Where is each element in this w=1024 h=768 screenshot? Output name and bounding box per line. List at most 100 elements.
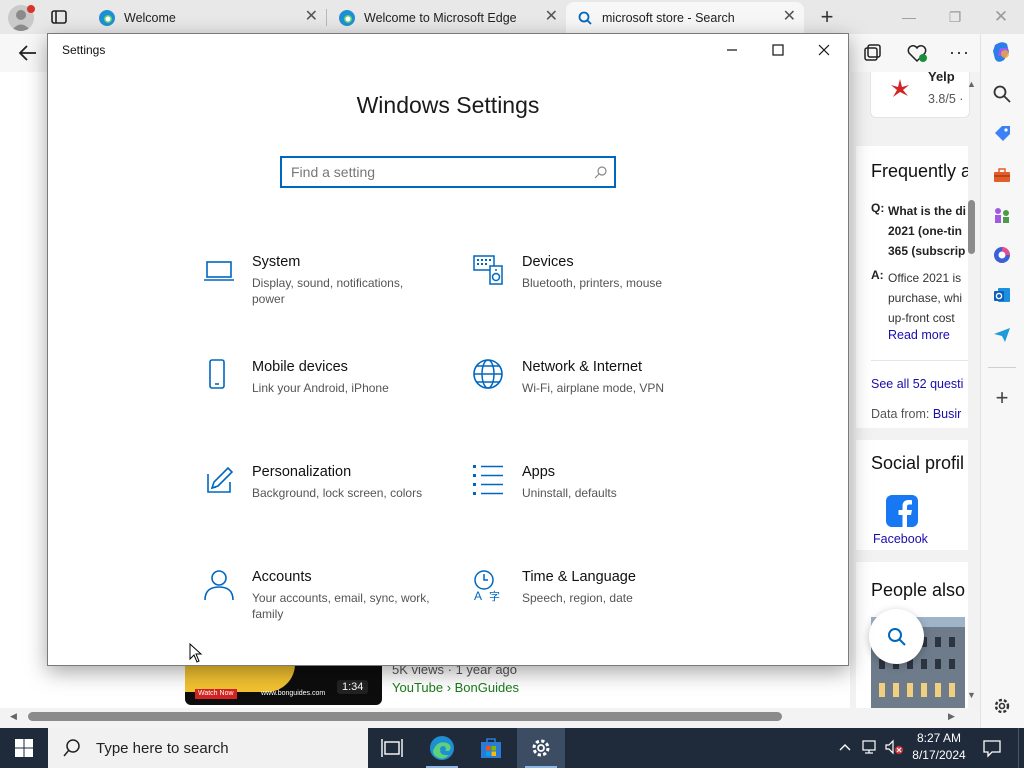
search-icon — [63, 739, 80, 757]
tab-close-button[interactable]: ✕ — [305, 9, 318, 25]
devices-icon — [473, 255, 503, 285]
start-button[interactable] — [0, 728, 48, 768]
phone-icon — [209, 359, 225, 389]
volume-button[interactable] — [884, 739, 904, 755]
data-from-link[interactable]: Busir — [933, 407, 961, 421]
category-name: Accounts — [252, 569, 312, 585]
category-name: System — [252, 254, 301, 270]
taskbar-clock[interactable]: 8:27 AM 8/17/2024 — [905, 730, 973, 764]
scroll-up-arrow[interactable]: ▲ — [967, 79, 976, 89]
sidebar-search-button[interactable] — [987, 79, 1017, 109]
tab-microsoft-store-search[interactable]: microsoft store - Search ✕ — [566, 2, 804, 33]
tab-close-button[interactable]: ✕ — [783, 9, 796, 25]
collections-button[interactable] — [861, 42, 883, 64]
data-from: Data from: Busir — [871, 407, 968, 421]
find-setting-input[interactable] — [291, 163, 581, 181]
close-icon — [818, 44, 830, 56]
taskbar-edge-button[interactable] — [418, 728, 466, 768]
facebook-icon[interactable] — [886, 495, 918, 527]
data-from-label: Data from: — [871, 407, 930, 421]
faq-question[interactable]: What is the di 2021 (one-tin 365 (subscr… — [888, 201, 968, 261]
notifications-button[interactable] — [982, 738, 1002, 758]
tab-close-button[interactable]: ✕ — [545, 9, 558, 25]
search-icon — [578, 11, 592, 25]
category-personalization[interactable]: Personalization Background, lock screen,… — [202, 464, 432, 534]
tab-welcome[interactable]: Welcome ✕ — [88, 2, 326, 33]
new-tab-button[interactable]: + — [815, 4, 839, 29]
outlook-icon — [994, 288, 1010, 302]
more-options-button[interactable]: ··· — [949, 42, 970, 63]
category-time-language[interactable]: A字 Time & Language Speech, region, date — [472, 569, 702, 639]
sidebar-settings-button[interactable] — [987, 691, 1017, 721]
settings-maximize-button[interactable] — [755, 34, 801, 66]
video-site: www.bonguides.com — [261, 690, 326, 697]
category-description: Your accounts, email, sync, work, family — [252, 591, 430, 621]
category-apps[interactable]: Apps Uninstall, defaults — [472, 464, 702, 534]
clock-date: 8/17/2024 — [912, 748, 966, 762]
faq-answer-line: Office 2021 is — [888, 271, 962, 285]
tab-title: Welcome to Microsoft Edge — [364, 10, 517, 25]
shopping-button[interactable] — [987, 119, 1017, 149]
category-description: Link your Android, iPhone — [252, 381, 389, 395]
facebook-link[interactable]: Facebook — [873, 532, 928, 546]
clock-time: 8:27 AM — [916, 731, 962, 745]
edge-icon — [339, 9, 355, 26]
scroll-right-arrow[interactable]: ▶ — [948, 711, 955, 722]
tab-actions-icon[interactable] — [50, 8, 68, 26]
people-also-title: People also — [871, 580, 966, 600]
browser-essentials-button[interactable] — [905, 42, 929, 64]
tools-button[interactable] — [987, 160, 1017, 190]
network-status-button[interactable] — [862, 739, 880, 755]
category-devices[interactable]: Devices Bluetooth, printers, mouse — [472, 254, 702, 324]
watch-now-badge: Watch Now — [195, 689, 237, 699]
find-setting-search-box[interactable] — [280, 156, 616, 188]
copilot-button[interactable] — [987, 37, 1017, 67]
scroll-down-arrow[interactable]: ▼ — [967, 690, 976, 700]
browser-close-button[interactable]: ✕ — [978, 0, 1024, 34]
show-desktop-button[interactable] — [1018, 728, 1024, 768]
visual-search-button[interactable] — [869, 609, 924, 664]
globe-icon — [473, 359, 503, 389]
show-hidden-icons-button[interactable] — [838, 741, 852, 753]
faq-answer-label: A: — [871, 268, 884, 282]
outlook-button[interactable] — [987, 280, 1017, 310]
microsoft365-button[interactable] — [987, 240, 1017, 270]
see-all-questions-link[interactable]: See all 52 questi — [871, 377, 968, 391]
search-icon — [594, 166, 607, 179]
video-thumbnail[interactable]: Watch Now www.bonguides.com 1:34 — [185, 664, 382, 705]
category-mobile-devices[interactable]: Mobile devices Link your Android, iPhone — [202, 359, 432, 429]
yelp-name[interactable]: Yelp — [928, 69, 955, 84]
horizontal-scrollbar-thumb[interactable] — [28, 712, 782, 721]
person-icon — [204, 570, 234, 601]
taskbar-settings-button[interactable] — [517, 728, 565, 768]
category-system[interactable]: System Display, sound, notifications, po… — [202, 254, 432, 324]
settings-minimize-button[interactable] — [709, 34, 755, 66]
scroll-left-arrow[interactable]: ◀ — [10, 711, 17, 722]
send-button[interactable] — [987, 320, 1017, 350]
category-name: Devices — [522, 254, 574, 270]
games-button[interactable] — [987, 200, 1017, 230]
settings-close-button[interactable] — [801, 34, 847, 66]
task-view-button[interactable] — [368, 728, 416, 768]
faq-answer: Office 2021 is purchase, whi up-front co… — [888, 268, 968, 328]
browser-minimize-button[interactable]: — — [886, 0, 932, 34]
tab-welcome-edge[interactable]: Welcome to Microsoft Edge ✕ — [328, 2, 566, 33]
taskbar-search-box[interactable]: Type here to search — [48, 728, 368, 768]
gear-icon — [994, 698, 1010, 714]
taskbar-store-button[interactable] — [467, 728, 515, 768]
apps-list-icon — [473, 465, 503, 495]
category-network-internet[interactable]: Network & Internet Wi-Fi, airplane mode,… — [472, 359, 702, 429]
category-description: Wi-Fi, airplane mode, VPN — [522, 381, 665, 395]
video-source[interactable]: YouTube › BonGuides — [392, 680, 519, 695]
notification-icon — [983, 740, 1001, 758]
back-button[interactable] — [17, 42, 39, 64]
category-accounts[interactable]: Accounts Your accounts, email, sync, wor… — [202, 569, 432, 639]
task-view-icon — [381, 739, 403, 757]
edge-icon — [99, 9, 115, 26]
vertical-scrollbar-thumb[interactable] — [968, 200, 975, 254]
browser-restore-button[interactable]: ❐ — [932, 0, 978, 34]
faq-question-label: Q: — [871, 201, 885, 215]
read-more-link[interactable]: Read more — [888, 328, 950, 342]
add-sidebar-app-button[interactable]: + — [987, 383, 1017, 413]
taskbar-search-text: Type here to search — [96, 739, 229, 757]
